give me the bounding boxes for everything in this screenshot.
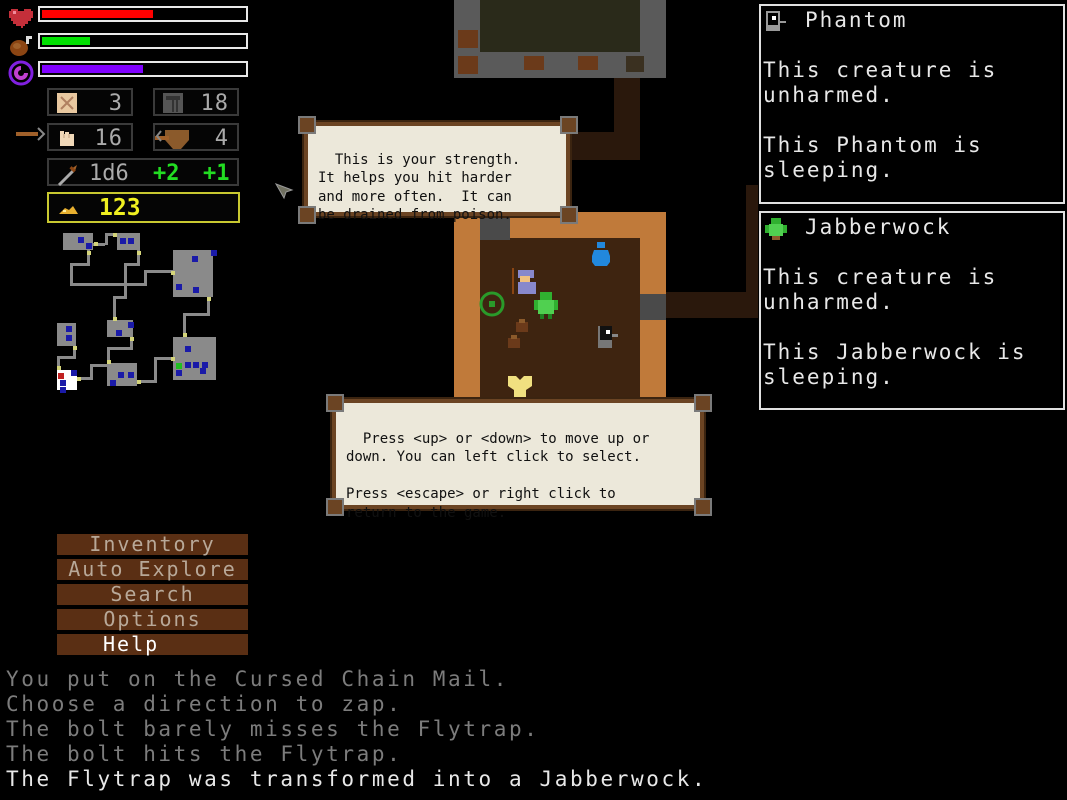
jabberwock-icon[interactable]: [532, 290, 560, 324]
target-reticle-icon[interactable]: [478, 290, 506, 322]
magic-swirl-icon: [8, 60, 34, 86]
mouse-cursor-icon: [274, 182, 294, 206]
creature-panel-phantom[interactable]: Phantom This creature is unharmed. This …: [759, 4, 1065, 204]
creature-name: Phantom: [805, 8, 908, 32]
menu-auto-explore-button[interactable]: Auto Explore: [57, 559, 248, 580]
turns-value: 18: [200, 91, 229, 116]
depth-stat[interactable]: 3: [47, 88, 133, 116]
weapon-slot-arrow-icon: [16, 126, 46, 141]
creature-name: Jabberwock: [805, 215, 952, 239]
meat-icon: [8, 34, 34, 56]
bag-item-icon[interactable]: [506, 334, 522, 353]
menu-inventory-button[interactable]: Inventory: [57, 534, 248, 555]
gold-stat[interactable]: 123: [47, 192, 240, 223]
menu-help-button[interactable]: Help: [57, 634, 248, 655]
jabberwock-icon: [763, 216, 789, 248]
creature-panel-jabberwock[interactable]: Jabberwock This creature is unharmed. Th…: [759, 211, 1065, 410]
creature-description: This creature is unharmed. This Jabberwo…: [763, 265, 1027, 389]
armor-value: 4: [214, 126, 229, 151]
creature-description: This creature is unharmed. This Phantom …: [763, 58, 998, 182]
corridor: [746, 185, 758, 318]
help-tooltip-text: Press <up> or <down> to move up or down.…: [346, 430, 650, 521]
strength-tooltip: This is your strength. It helps you hit …: [304, 122, 570, 223]
health-bar-fill: [42, 10, 154, 18]
log-line: You put on the Cursed Chain Mail.: [6, 667, 510, 691]
gold-pile-icon: [57, 201, 78, 221]
dungeon-room: [454, 212, 666, 402]
shield-icon: [149, 128, 195, 149]
log-line-latest: The Flytrap was transformed into a Jabbe…: [6, 767, 708, 791]
upper-room-wall: [454, 0, 666, 78]
menu-options-button[interactable]: Options: [57, 609, 248, 630]
weapon-stat[interactable]: 1d6 +2 +1: [47, 158, 239, 187]
magic-bar-fill: [42, 65, 143, 73]
potion-icon[interactable]: [590, 240, 612, 272]
sword-icon: [57, 163, 77, 187]
heart-icon: [8, 6, 34, 28]
phantom-icon: [763, 9, 789, 41]
weapon-damage: 1d6: [89, 161, 129, 186]
minimap[interactable]: [40, 225, 240, 395]
strength-stat[interactable]: 16: [47, 123, 133, 151]
log-line: Choose a direction to zap.: [6, 692, 403, 716]
phantom-icon[interactable]: [594, 320, 622, 354]
help-tooltip: Press <up> or <down> to move up or down.…: [332, 399, 704, 521]
tower-icon: [163, 93, 183, 113]
magic-bar: [38, 61, 248, 77]
strength-tooltip-text: This is your strength. It helps you hit …: [318, 151, 521, 224]
strength-value: 16: [94, 126, 123, 151]
log-line: The bolt barely misses the Flytrap.: [6, 717, 540, 741]
food-bar-fill: [42, 37, 91, 45]
weapon-damage-bonus: +1: [203, 161, 230, 186]
food-bar: [38, 33, 248, 49]
door-right[interactable]: [640, 294, 666, 320]
turns-stat[interactable]: 18: [153, 88, 239, 116]
weapon-hit-bonus: +2: [153, 161, 180, 186]
health-bar: [38, 6, 248, 22]
corridor: [560, 132, 640, 160]
gold-value: 123: [99, 195, 141, 221]
map-scroll-icon: [57, 93, 77, 113]
menu-search-button[interactable]: Search: [57, 584, 248, 605]
armor-stat[interactable]: 4: [149, 123, 239, 151]
log-line: The bolt hits the Flytrap.: [6, 742, 403, 766]
corridor: [666, 292, 758, 318]
fist-icon: [57, 128, 77, 148]
depth-value: 3: [108, 91, 123, 116]
